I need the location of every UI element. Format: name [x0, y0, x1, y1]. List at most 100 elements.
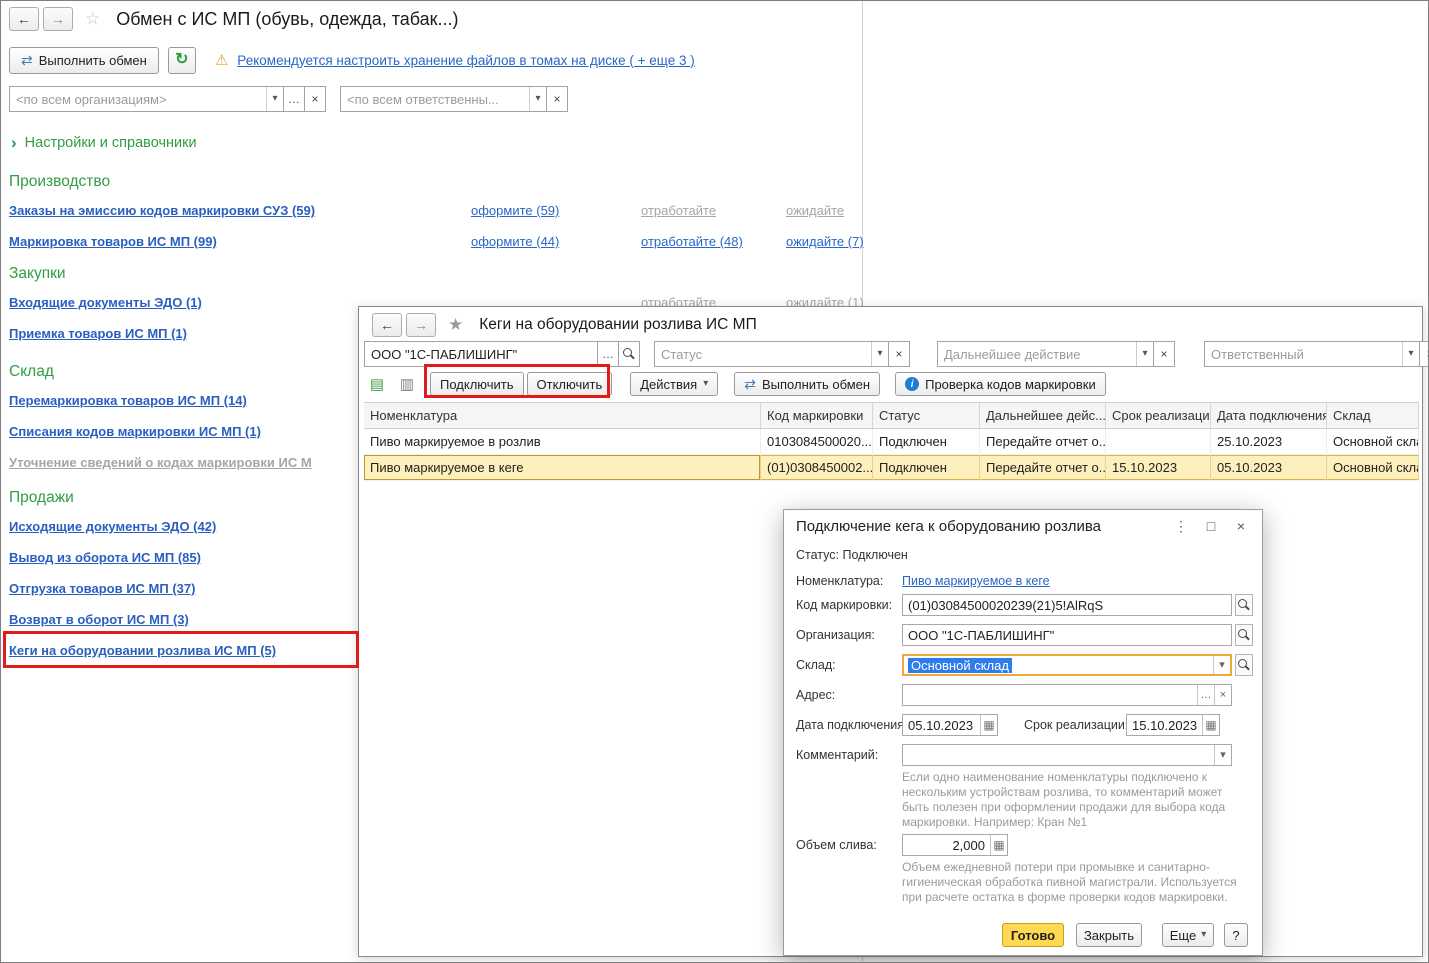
done-button[interactable]: Готово: [1002, 923, 1064, 947]
marking-code-input[interactable]: [903, 595, 1231, 615]
sublink-otrabotaite[interactable]: отработайте: [641, 203, 716, 218]
expiry-calendar-button[interactable]: ▦: [1202, 715, 1219, 735]
storage-settings-link[interactable]: Рекомендуется настроить хранение файлов …: [237, 53, 694, 68]
link-code-writeoffs[interactable]: Списания кодов маркировки ИС МП (1): [9, 424, 261, 439]
organization-open-button[interactable]: [1235, 624, 1253, 646]
volume-field[interactable]: ▦: [902, 834, 1008, 856]
address-field[interactable]: … ×: [902, 684, 1232, 706]
responsible-filter[interactable]: <по всем ответственны... ▾: [340, 86, 547, 112]
disconnect-button[interactable]: Отключить: [526, 372, 613, 396]
expiry-input[interactable]: [1127, 715, 1202, 735]
table-row[interactable]: Пиво маркируемое в розлив 0103084500020.…: [364, 429, 1419, 455]
column-header-expiry[interactable]: Срок реализации: [1106, 403, 1211, 428]
cell-nomenclature[interactable]: Пиво маркируемое в кеге: [364, 455, 761, 480]
connect-date-field[interactable]: ▦: [902, 714, 998, 736]
run-exchange-button[interactable]: ⇄ Выполнить обмен: [734, 372, 881, 396]
cell-expiry[interactable]: [1106, 429, 1211, 454]
column-header-next-action[interactable]: Дальнейшее дейс...: [980, 403, 1106, 428]
link-kegs-on-equipment[interactable]: Кеги на оборудовании розлива ИС МП (5): [9, 643, 276, 658]
forward-button[interactable]: →: [406, 313, 436, 337]
refresh-button[interactable]: ↻: [167, 46, 196, 74]
cell-warehouse[interactable]: Основной склад: [1327, 455, 1419, 480]
volume-calculator-button[interactable]: ▦: [990, 835, 1007, 855]
marking-code-open-button[interactable]: [1235, 594, 1253, 616]
sublink-oformite[interactable]: оформите (44): [471, 234, 559, 249]
responsible-filter-field[interactable]: ▾: [1204, 341, 1420, 367]
comment-field[interactable]: ▾: [902, 744, 1232, 766]
link-shipment[interactable]: Отгрузка товаров ИС МП (37): [9, 581, 195, 596]
cell-status[interactable]: Подключен: [873, 455, 980, 480]
sublink-ozhidaite[interactable]: ожидайте: [786, 203, 844, 218]
dialog-more-button[interactable]: ⋮: [1172, 516, 1190, 536]
column-header-connect-date[interactable]: Дата подключения: [1211, 403, 1327, 428]
action-filter-field[interactable]: ▾: [937, 341, 1154, 367]
address-input[interactable]: [903, 685, 1197, 705]
close-button[interactable]: Закрыть: [1076, 923, 1142, 947]
settings-group-header[interactable]: › Настройки и справочники: [11, 134, 197, 151]
connect-date-calendar-button[interactable]: ▦: [980, 715, 997, 735]
forward-button[interactable]: →: [43, 7, 73, 31]
sublink-otrabotaite[interactable]: отработайте (48): [641, 234, 743, 249]
cell-next-action[interactable]: Передайте отчет о...: [980, 429, 1106, 454]
responsible-clear-button[interactable]: ×: [547, 86, 568, 112]
scan-button[interactable]: ▥: [394, 372, 420, 396]
link-outgoing-edo[interactable]: Исходящие документы ЭДО (42): [9, 519, 216, 534]
cell-next-action[interactable]: Передайте отчет о...: [980, 455, 1106, 480]
organization-input[interactable]: [903, 625, 1231, 645]
marking-code-field[interactable]: [902, 594, 1232, 616]
organization-dropdown-button[interactable]: ▾: [266, 87, 283, 111]
warehouse-field[interactable]: Основной склад ▾: [902, 654, 1232, 676]
action-filter-input[interactable]: [938, 342, 1136, 366]
back-button[interactable]: ←: [9, 7, 39, 31]
check-codes-button[interactable]: i Проверка кодов маркировки: [895, 372, 1106, 396]
run-exchange-button[interactable]: ⇄ Выполнить обмен: [9, 46, 159, 74]
link-incoming-edo[interactable]: Входящие документы ЭДО (1): [9, 295, 202, 310]
cell-warehouse[interactable]: Основной склад: [1327, 429, 1419, 454]
cell-marking-code[interactable]: (01)0308450002...: [761, 455, 873, 480]
organization-field[interactable]: [902, 624, 1232, 646]
status-filter-field[interactable]: ▾: [654, 341, 889, 367]
link-remarking[interactable]: Перемаркировка товаров ИС МП (14): [9, 393, 247, 408]
status-filter-input[interactable]: [655, 342, 871, 366]
org-choose-button[interactable]: …: [598, 341, 619, 367]
link-code-clarification[interactable]: Уточнение сведений о кодах маркировки ИС…: [9, 455, 312, 470]
column-header-status[interactable]: Статус: [873, 403, 980, 428]
sublink-oformite[interactable]: оформите (59): [471, 203, 559, 218]
actions-menu-button[interactable]: Действия ▾: [630, 372, 719, 396]
column-header-warehouse[interactable]: Склад: [1327, 403, 1419, 428]
link-emission-orders[interactable]: Заказы на эмиссию кодов маркировки СУЗ (…: [9, 203, 315, 218]
more-menu-button[interactable]: Еще ▾: [1162, 923, 1214, 947]
action-clear-button[interactable]: ×: [1154, 341, 1175, 367]
comment-input[interactable]: [903, 745, 1214, 765]
address-choose-button[interactable]: …: [1197, 685, 1214, 705]
link-withdrawal[interactable]: Вывод из оборота ИС МП (85): [9, 550, 201, 565]
warehouse-dropdown-button[interactable]: ▾: [1213, 656, 1230, 674]
sublink-ozhidaite[interactable]: ожидайте (7): [786, 234, 864, 249]
help-button[interactable]: ?: [1224, 923, 1248, 947]
expiry-field[interactable]: ▦: [1126, 714, 1220, 736]
table-header-row[interactable]: Номенклатура Код маркировки Статус Дальн…: [364, 402, 1419, 429]
volume-input[interactable]: [903, 835, 990, 855]
responsible-dropdown-button[interactable]: ▾: [529, 87, 546, 111]
back-button[interactable]: ←: [372, 313, 402, 337]
column-header-marking-code[interactable]: Код маркировки: [761, 403, 873, 428]
nomenclature-link[interactable]: Пиво маркируемое в кеге: [902, 570, 1050, 592]
cell-marking-code[interactable]: 0103084500020...: [761, 429, 873, 454]
address-clear-button[interactable]: ×: [1214, 685, 1231, 705]
connect-date-input[interactable]: [903, 715, 980, 735]
list-view-button[interactable]: ▤: [364, 372, 390, 396]
settings-link[interactable]: Настройки и справочники: [25, 135, 197, 151]
link-return-to-turnover[interactable]: Возврат в оборот ИС МП (3): [9, 612, 189, 627]
favorite-star-icon[interactable]: ★: [448, 315, 463, 335]
dialog-maximize-button[interactable]: □: [1202, 516, 1220, 536]
cell-expiry[interactable]: 15.10.2023: [1106, 455, 1211, 480]
organization-filter[interactable]: <по всем организациям> ▾: [9, 86, 284, 112]
link-goods-acceptance[interactable]: Приемка товаров ИС МП (1): [9, 326, 187, 341]
column-header-nomenclature[interactable]: Номенклатура: [364, 403, 761, 428]
responsible-clear-button[interactable]: ×: [1420, 341, 1428, 367]
organization-choose-button[interactable]: …: [284, 86, 305, 112]
link-marking-goods[interactable]: Маркировка товаров ИС МП (99): [9, 234, 217, 249]
connect-button[interactable]: Подключить: [430, 372, 524, 396]
status-clear-button[interactable]: ×: [889, 341, 910, 367]
cell-connect-date[interactable]: 25.10.2023: [1211, 429, 1327, 454]
